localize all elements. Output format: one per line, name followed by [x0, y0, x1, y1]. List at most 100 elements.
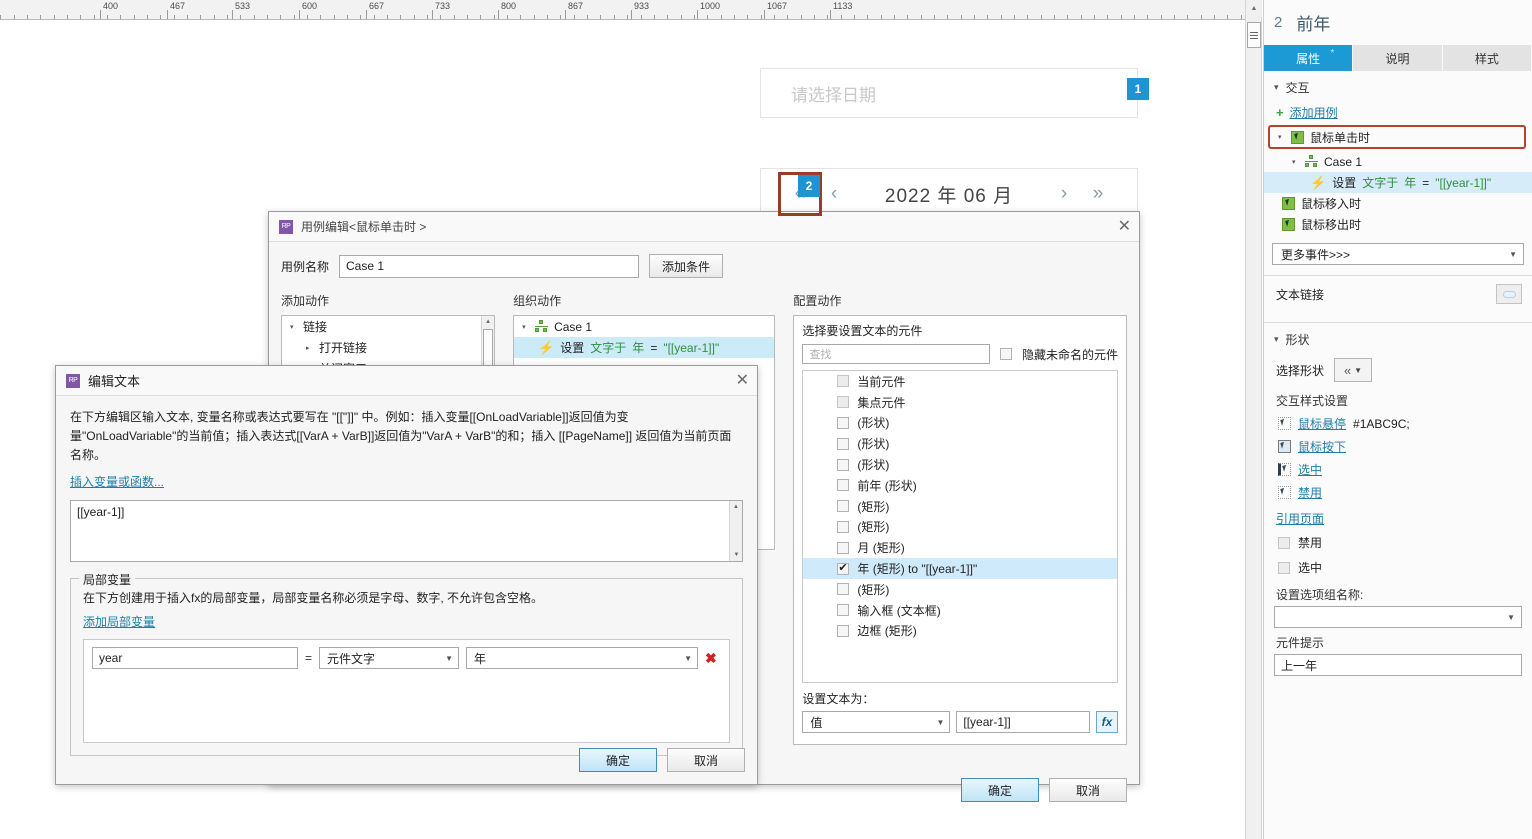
select-shape-row[interactable]: 选择形状 « ▼ [1264, 354, 1532, 386]
add-local-variable-label[interactable]: 添加局部变量 [83, 615, 155, 629]
element-checkbox[interactable] [837, 375, 850, 388]
local-variable-name-input[interactable]: year [92, 647, 298, 669]
event-action-row[interactable]: ⚡ 设置 文字于 年 = "[[year-1]]" [1264, 172, 1532, 193]
annotation-badge-2[interactable]: 2 [798, 175, 820, 197]
delete-local-variable-icon[interactable]: ✖ [705, 650, 717, 667]
list-item[interactable]: (矩形) [803, 579, 1117, 600]
event-onmouseleave-row[interactable]: 鼠标移出时 [1264, 214, 1532, 235]
edit-text-dialog[interactable]: RP 编辑文本 ✕ 在下方编辑区输入文本, 变量名称或表达式要写在 "[["]]… [55, 365, 758, 785]
element-checkbox[interactable] [837, 479, 850, 492]
organize-case-row[interactable]: ▾ Case 1 [514, 316, 774, 337]
scrollbar-thumb[interactable] [1247, 22, 1261, 48]
tree-item-open-link[interactable]: ▸ 打开链接 [282, 337, 494, 358]
tab-properties[interactable]: 属性 * [1264, 45, 1354, 71]
list-item[interactable]: 月 (矩形) [803, 537, 1117, 558]
element-checkbox[interactable] [837, 604, 850, 617]
tooltip-input[interactable]: 上一年 [1274, 654, 1522, 676]
list-item[interactable]: (矩形) [803, 517, 1117, 538]
element-checkbox[interactable] [837, 416, 850, 429]
selected-checkbox[interactable] [1278, 561, 1290, 574]
list-item[interactable]: 当前元件 [803, 371, 1117, 392]
fx-button[interactable]: fx [1096, 711, 1118, 733]
style-selected-row[interactable]: 选中 [1264, 458, 1532, 481]
element-search-input[interactable]: 查找 [802, 344, 990, 364]
triangle-expanded-icon[interactable]: ▾ [522, 323, 529, 331]
list-item[interactable]: (形状) [803, 413, 1117, 434]
add-case-row[interactable]: + 添加用例 [1264, 102, 1532, 123]
value-text-input[interactable]: [[year-1]] [956, 711, 1090, 733]
insert-variable-label[interactable]: 插入变量或函数... [70, 475, 164, 489]
scroll-up-icon[interactable]: ▲ [730, 501, 742, 513]
text-link-row[interactable]: 文本链接 [1264, 276, 1532, 312]
close-icon[interactable]: ✕ [736, 372, 749, 389]
event-case-row[interactable]: ▾ Case 1 [1264, 151, 1532, 172]
style-mousedown-label[interactable]: 鼠标按下 [1298, 438, 1346, 455]
value-type-select[interactable]: 值 ▼ [802, 711, 951, 733]
disabled-checkbox[interactable] [1278, 536, 1290, 549]
style-mouseover-row[interactable]: 鼠标悬停 #1ABC9C; [1264, 412, 1532, 435]
list-item[interactable]: 集点元件 [803, 392, 1117, 413]
tab-notes[interactable]: 说明 [1353, 45, 1443, 71]
date-picker-input[interactable]: 请选择日期 [760, 68, 1138, 118]
style-disabled-label[interactable]: 禁用 [1298, 484, 1322, 501]
style-mousedown-row[interactable]: 鼠标按下 [1264, 435, 1532, 458]
element-checkbox[interactable] [837, 458, 850, 471]
list-item-selected[interactable]: 年 (矩形) to "[[year-1]]" [803, 558, 1117, 579]
event-onclick-highlight[interactable]: ▾ 鼠标单击时 [1268, 125, 1526, 149]
next-month-icon[interactable]: › [1047, 183, 1081, 205]
annotation-badge-1[interactable]: 1 [1127, 78, 1149, 100]
event-onmouseenter-row[interactable]: 鼠标移入时 [1264, 193, 1532, 214]
shape-picker-button[interactable]: « ▼ [1334, 358, 1373, 382]
element-checkbox[interactable] [837, 541, 850, 554]
group-name-select[interactable]: ▼ [1274, 606, 1522, 628]
add-condition-button[interactable]: 添加条件 [649, 254, 724, 278]
style-selected-label[interactable]: 选中 [1298, 461, 1322, 478]
element-checkbox[interactable] [837, 561, 850, 575]
triangle-expanded-icon[interactable]: ▾ [290, 323, 297, 331]
element-checkbox[interactable] [837, 583, 850, 596]
close-icon[interactable]: ✕ [1118, 218, 1131, 235]
element-checkbox[interactable] [837, 437, 850, 450]
next-year-icon[interactable]: » [1081, 183, 1115, 205]
add-case-label[interactable]: 添加用例 [1290, 104, 1338, 121]
reference-page-label[interactable]: 引用页面 [1276, 512, 1324, 526]
interaction-section-header[interactable]: ▾ 交互 [1264, 71, 1532, 102]
usecase-cancel-button[interactable]: 取消 [1049, 778, 1127, 802]
scroll-up-icon[interactable]: ▲ [482, 316, 494, 328]
style-mouseover-label[interactable]: 鼠标悬停 [1298, 415, 1346, 432]
text-editor-area[interactable]: [[year-1]] ▲ ▼ [70, 500, 743, 562]
scroll-up-icon[interactable]: ▲ [1246, 0, 1262, 17]
disabled-checkbox-row[interactable]: 禁用 [1264, 530, 1532, 555]
edit-text-cancel-button[interactable]: 取消 [667, 748, 745, 772]
shape-section-header[interactable]: ▾ 形状 [1264, 323, 1532, 354]
add-local-variable-row[interactable]: 添加局部变量 [83, 606, 730, 630]
reference-page-row[interactable]: 引用页面 [1264, 504, 1532, 530]
list-item[interactable]: 边框 (矩形) [803, 621, 1117, 642]
case-name-input[interactable]: Case 1 [339, 254, 640, 278]
tab-style[interactable]: 样式 [1442, 45, 1532, 71]
element-checkbox[interactable] [837, 624, 850, 637]
local-variable-target-select[interactable]: 年 ▼ [466, 647, 699, 669]
list-item[interactable]: (矩形) [803, 496, 1117, 517]
text-link-button[interactable] [1496, 284, 1522, 304]
organize-action-row[interactable]: ⚡ 设置 文字于 年 = "[[year-1]]" [514, 337, 775, 358]
element-checkbox[interactable] [837, 396, 850, 409]
list-item[interactable]: (形状) [803, 433, 1117, 454]
element-checkbox[interactable] [837, 520, 850, 533]
tree-item-link[interactable]: ▾ 链接 [282, 316, 494, 337]
list-item[interactable]: 前年 (形状) [803, 475, 1117, 496]
hide-unnamed-checkbox[interactable] [999, 348, 1012, 360]
scroll-down-icon[interactable]: ▼ [730, 549, 743, 561]
local-variable-type-select[interactable]: 元件文字 ▼ [319, 647, 460, 669]
list-item[interactable]: 输入框 (文本框) [803, 600, 1117, 621]
element-list[interactable]: 当前元件 集点元件 (形状) (形状) (形状) 前年 (形状) (矩形) (矩… [802, 370, 1118, 683]
text-editor-scrollbar[interactable]: ▲ ▼ [729, 501, 742, 561]
style-disabled-row[interactable]: 禁用 [1264, 481, 1532, 504]
usecase-ok-button[interactable]: 确定 [961, 778, 1039, 802]
triangle-collapse-icon[interactable]: ▾ [1292, 158, 1299, 166]
prev-month-icon[interactable]: ‹ [817, 183, 851, 205]
insert-variable-row[interactable]: 插入变量或函数... [56, 465, 757, 490]
element-checkbox[interactable] [837, 500, 850, 513]
edit-text-ok-button[interactable]: 确定 [579, 748, 657, 772]
triangle-collapsed-icon[interactable]: ▸ [306, 344, 313, 352]
